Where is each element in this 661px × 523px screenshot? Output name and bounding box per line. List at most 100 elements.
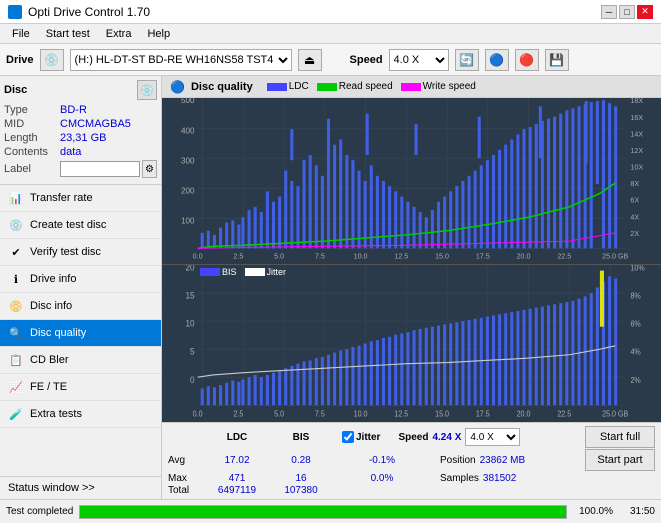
svg-text:2X: 2X [630,229,639,238]
create-test-disc-icon: 💿 [8,217,24,233]
svg-text:0.0: 0.0 [193,409,203,418]
app-title: Opti Drive Control 1.70 [28,5,150,19]
verify-test-disc-icon: ✔ [8,244,24,260]
sidebar-item-disc-quality[interactable]: 🔍 Disc quality [0,320,161,347]
speed-select[interactable]: 4.0 X [389,49,449,71]
jitter-check-container: Jitter [342,431,380,443]
progress-percent: 100.0% [573,506,613,517]
sidebar-item-create-test-disc[interactable]: 💿 Create test disc [0,212,161,239]
stats-total-row: Total 6497119 107380 [168,485,655,496]
refresh-button[interactable]: 🔄 [455,49,479,71]
titlebar-left: Opti Drive Control 1.70 [8,5,150,19]
chart2-legend: BIS Jitter [200,267,286,277]
titlebar: Opti Drive Control 1.70 ─ □ ✕ [0,0,661,24]
menu-help[interactable]: Help [139,26,178,42]
svg-text:4%: 4% [630,347,641,356]
write-speed-color [401,83,421,91]
svg-text:200: 200 [181,186,195,195]
jitter-max-value: 0.0% [371,473,394,484]
save-button[interactable]: 💾 [545,49,569,71]
jitter-checkbox[interactable] [342,431,354,443]
settings-button2[interactable]: 🔴 [515,49,539,71]
svg-text:12.5: 12.5 [394,252,408,261]
start-full-button[interactable]: Start full [585,426,655,448]
drive-icon-btn[interactable]: 💿 [40,49,64,71]
svg-text:17.5: 17.5 [476,409,490,418]
svg-text:15.0: 15.0 [435,252,449,261]
bis-col-header: BIS [270,432,332,443]
chart2-container: BIS Jitter [162,264,661,422]
legend-bis: BIS [200,267,237,277]
svg-text:0: 0 [190,374,195,384]
svg-text:22.5: 22.5 [557,409,571,418]
disc-label-input[interactable] [60,161,140,177]
status-window-button[interactable]: Status window >> [0,476,161,499]
svg-text:10: 10 [186,318,195,328]
disc-length-value: 23,31 GB [60,132,106,144]
nav-items: 📊 Transfer rate 💿 Create test disc ✔ Ver… [0,185,161,476]
maximize-button[interactable]: □ [619,5,635,19]
stats-header-row: LDC BIS Jitter Speed 4.24 X 4.0 X Start … [168,426,655,448]
start-buttons: Start full [585,426,655,448]
sidebar-item-disc-info[interactable]: 📀 Disc info [0,293,161,320]
nav-label-drive-info: Drive info [30,273,76,285]
menu-start-test[interactable]: Start test [38,26,98,42]
disc-label-button[interactable]: ⚙ [142,160,157,178]
sidebar-item-transfer-rate[interactable]: 📊 Transfer rate [0,185,161,212]
content-area: 🔵 Disc quality LDC Read speed Write spee… [162,76,661,499]
disc-mid-label: MID [4,118,60,130]
svg-text:400: 400 [181,126,195,135]
minimize-button[interactable]: ─ [601,5,617,19]
sidebar-item-verify-test-disc[interactable]: ✔ Verify test disc [0,239,161,266]
sidebar-item-extra-tests[interactable]: 🧪 Extra tests [0,401,161,428]
svg-text:8X: 8X [630,179,639,188]
sidebar-item-fe-te[interactable]: 📈 FE / TE [0,374,161,401]
svg-text:10%: 10% [630,265,645,273]
jitter-max-container: 0.0% [342,472,422,484]
samples-label: Samples [440,473,479,484]
menu-extra[interactable]: Extra [98,26,140,42]
disc-contents-label: Contents [4,146,60,158]
progress-bar-inner [80,506,566,518]
svg-text:100: 100 [181,216,195,225]
svg-text:10.0: 10.0 [354,409,368,418]
sidebar-item-drive-info[interactable]: ℹ Drive info [0,266,161,293]
transfer-rate-icon: 📊 [8,190,24,206]
content-title: Disc quality [191,81,253,93]
content-header: 🔵 Disc quality LDC Read speed Write spee… [162,76,661,98]
disc-mid-row: MID CMCMAGBA5 [4,118,157,130]
disc-small-icon[interactable]: 💿 [137,80,157,100]
cd-bler-icon: 📋 [8,352,24,368]
chart1-container: 500 400 300 200 100 18X 16X 14X 12X 10X … [162,98,661,264]
close-button[interactable]: ✕ [637,5,653,19]
svg-text:8%: 8% [630,291,641,300]
legend-ldc: LDC [267,81,309,92]
svg-text:0.0: 0.0 [193,252,203,261]
legend-jitter: Jitter [245,267,287,277]
sidebar-item-cd-bler[interactable]: 📋 CD Bler [0,347,161,374]
jitter-col-header: Jitter [356,432,380,443]
settings-button1[interactable]: 🔵 [485,49,509,71]
svg-text:12X: 12X [630,146,643,155]
nav-label-verify-test-disc: Verify test disc [30,246,101,258]
drive-select[interactable]: (H:) HL-DT-ST BD-RE WH16NS58 TST4 [70,49,292,71]
menu-file[interactable]: File [4,26,38,42]
speed-value-select[interactable]: 4.0 X [465,428,520,446]
toolbar: Drive 💿 (H:) HL-DT-ST BD-RE WH16NS58 TST… [0,44,661,76]
svg-text:2.5: 2.5 [233,409,243,418]
svg-text:5.0: 5.0 [274,409,284,418]
disc-label-label: Label [4,163,60,175]
svg-text:300: 300 [181,156,195,165]
drive-label: Drive [6,54,34,66]
disc-quality-icon: 🔍 [8,325,24,341]
ldc-col-header: LDC [206,432,268,443]
eject-button[interactable]: ⏏ [298,49,322,71]
nav-label-extra-tests: Extra tests [30,408,82,420]
legend-write-speed-label: Write speed [423,81,476,92]
total-label: Total [168,485,204,496]
bottom-stats-panel: LDC BIS Jitter Speed 4.24 X 4.0 X Start … [162,422,661,499]
bis-max-value: 16 [270,473,332,484]
nav-label-fe-te: FE / TE [30,381,67,393]
drive-info-icon: ℹ [8,271,24,287]
start-part-button[interactable]: Start part [585,449,655,471]
